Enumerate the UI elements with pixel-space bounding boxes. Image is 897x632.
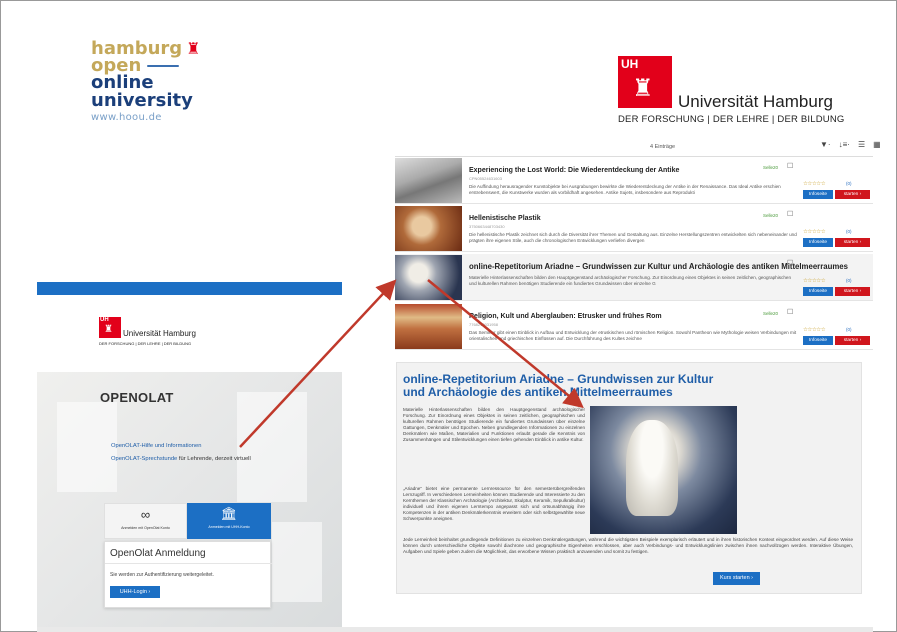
arrow-to-list	[239, 279, 397, 448]
annotation-arrows	[239, 279, 584, 448]
arrow-to-detail	[427, 279, 584, 409]
